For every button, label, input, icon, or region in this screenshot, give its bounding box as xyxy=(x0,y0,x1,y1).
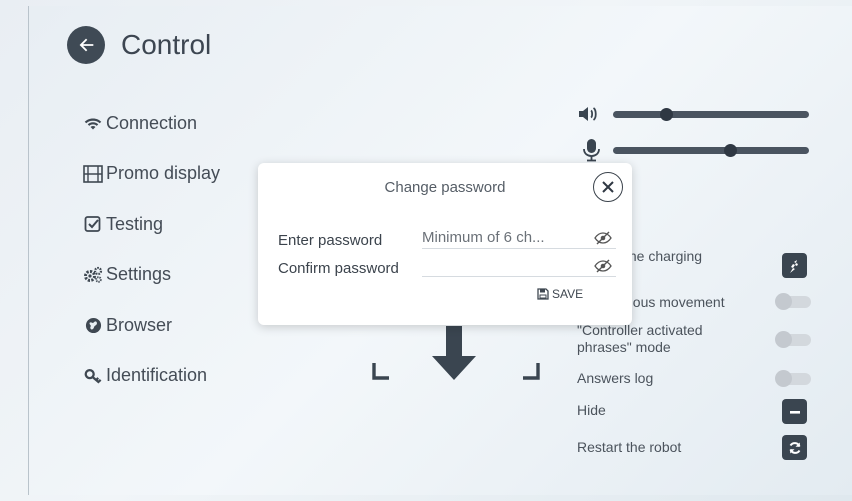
restart-label: Restart the robot xyxy=(577,439,682,455)
confirm-password-label: Confirm password xyxy=(278,260,399,277)
save-label: SAVE xyxy=(552,287,584,301)
page-title: Control xyxy=(121,29,212,60)
enter-password-row: Enter password xyxy=(278,227,616,249)
volume-slider[interactable] xyxy=(613,107,809,121)
plug-icon xyxy=(789,259,798,273)
microphone-slider-handle[interactable] xyxy=(724,143,737,157)
menu-item-settings[interactable]: Settings xyxy=(83,250,220,301)
answers-log-toggle[interactable] xyxy=(775,370,811,387)
restart-button[interactable] xyxy=(782,435,807,460)
arrow-left-icon xyxy=(79,38,94,52)
header: Control xyxy=(67,26,211,64)
microphone-slider-row xyxy=(581,138,809,162)
speaker-icon xyxy=(579,107,597,121)
autonomous-movement-label: nous movement xyxy=(625,294,725,310)
globe-icon xyxy=(83,315,103,335)
confirm-password-wrapper xyxy=(422,255,616,277)
menu-label: Promo display xyxy=(106,163,221,184)
answers-log-label: Answers log xyxy=(577,370,654,386)
film-icon xyxy=(83,164,103,184)
gears-icon xyxy=(83,265,103,285)
enter-password-wrapper xyxy=(422,227,616,249)
save-button[interactable]: SAVE xyxy=(537,287,583,301)
eye-slash-icon[interactable] xyxy=(594,259,612,273)
charging-button[interactable] xyxy=(782,253,807,278)
enter-password-input[interactable] xyxy=(422,227,616,249)
corner-bracket-left-icon xyxy=(372,363,389,380)
menu-label: Settings xyxy=(106,264,172,285)
toggle-knob xyxy=(775,293,792,310)
checkbox-icon xyxy=(83,214,103,234)
controller-phrases-toggle[interactable] xyxy=(775,331,811,348)
close-icon xyxy=(602,181,614,193)
menu-item-connection[interactable]: Connection xyxy=(83,98,220,149)
corner-bracket-right-icon xyxy=(523,363,540,380)
volume-slider-handle[interactable] xyxy=(660,107,673,121)
controller-phrases-label: "Controller activated phrases" mode xyxy=(577,322,703,355)
enter-password-label: Enter password xyxy=(278,232,383,249)
menu-item-promo-display[interactable]: Promo display xyxy=(83,149,220,200)
menu-label: Identification xyxy=(106,365,208,386)
dialog-title: Change password xyxy=(384,179,506,196)
close-button[interactable] xyxy=(593,172,623,202)
key-icon xyxy=(83,366,103,386)
menu-label: Connection xyxy=(106,112,198,133)
menu-item-identification[interactable]: Identification xyxy=(83,351,220,402)
confirm-password-input[interactable] xyxy=(422,255,616,277)
change-password-dialog: Change password Enter password Confirm p… xyxy=(258,163,632,325)
hide-button[interactable] xyxy=(782,399,807,424)
menu-item-browser[interactable]: Browser xyxy=(83,300,220,351)
arrow-down-icon[interactable] xyxy=(424,324,484,384)
hide-label: Hide xyxy=(577,402,606,418)
floppy-disk-icon xyxy=(537,288,549,300)
volume-slider-row xyxy=(577,104,809,124)
microphone-icon xyxy=(583,139,600,162)
move-control[interactable] xyxy=(371,324,551,394)
side-menu: Connection Promo display Testing Setting… xyxy=(83,98,220,401)
eye-slash-icon[interactable] xyxy=(594,231,612,245)
back-button[interactable] xyxy=(67,26,105,64)
minus-icon xyxy=(789,410,800,414)
menu-item-testing[interactable]: Testing xyxy=(83,199,220,250)
confirm-password-row: Confirm password xyxy=(278,255,616,277)
menu-label: Browser xyxy=(106,314,173,335)
charging-label: the charging xyxy=(625,248,703,264)
autonomous-movement-toggle[interactable] xyxy=(775,293,811,310)
menu-label: Testing xyxy=(106,213,164,234)
refresh-icon xyxy=(789,441,800,454)
microphone-slider[interactable] xyxy=(613,143,809,157)
toggle-knob xyxy=(775,331,792,348)
toggle-knob xyxy=(775,370,792,387)
wifi-icon xyxy=(83,113,103,133)
